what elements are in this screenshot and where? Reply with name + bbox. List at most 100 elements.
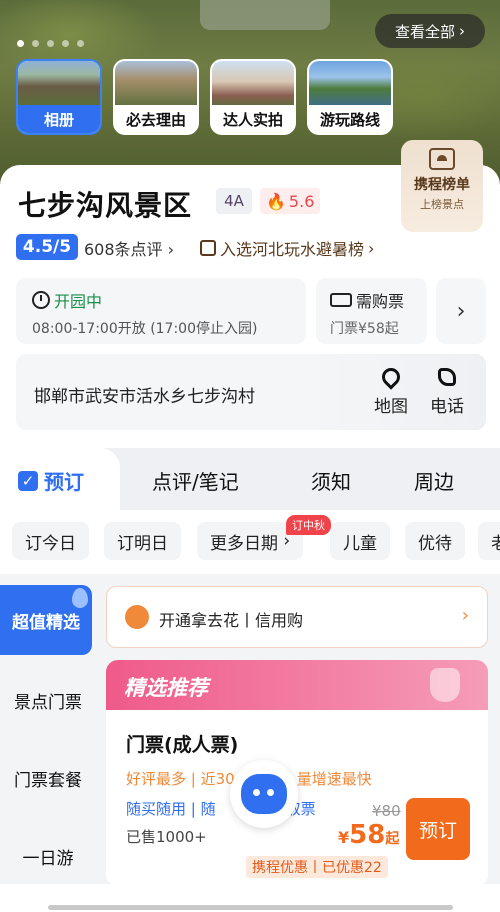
mid-autumn-badge: 订中秋 xyxy=(286,515,331,535)
award-icon xyxy=(200,240,216,256)
product-tags-end: 量增速最快 xyxy=(296,770,372,788)
route-image xyxy=(309,61,391,107)
home-indicator[interactable] xyxy=(48,905,453,910)
thumb-label: 必去理由 xyxy=(115,105,197,133)
map-pin-icon xyxy=(378,364,404,390)
recommend-header: 精选推荐 xyxy=(106,660,488,710)
carousel-dot xyxy=(32,40,39,47)
chip-concession[interactable]: 优待 xyxy=(405,522,465,560)
tab-notice[interactable]: 须知 xyxy=(311,466,351,495)
open-hours: 08:00-17:00开放 (17:00停止入园) xyxy=(32,321,258,337)
assistant-button[interactable] xyxy=(230,760,298,828)
ticket-title: 需购票 xyxy=(356,292,405,311)
address-box[interactable]: 邯郸市武安市活水乡七步沟村 地图 电话 xyxy=(16,354,486,430)
thumb-reasons[interactable]: 必去理由 xyxy=(113,59,199,135)
product-name: 门票(成人票) xyxy=(126,734,239,756)
sidebar-item-packages[interactable]: 门票套餐 xyxy=(0,766,96,791)
hero-rock-shape xyxy=(200,0,330,30)
sidebar-item-day-tour[interactable]: 一日游 xyxy=(0,844,96,869)
chip-tomorrow[interactable]: 订明日 xyxy=(104,522,181,560)
robot-assistant-icon xyxy=(241,774,287,814)
sold-count: 已售1000+ xyxy=(126,828,207,846)
reviews-count: 608条点评 xyxy=(84,240,163,259)
more-info-button[interactable]: › xyxy=(436,278,486,344)
carousel-dot xyxy=(17,40,24,47)
tab-reviews[interactable]: 点评/笔记 xyxy=(152,466,239,495)
thumb-label: 达人实拍 xyxy=(212,105,294,133)
phone-label: 电话 xyxy=(430,397,464,417)
check-icon: ✓ xyxy=(18,470,38,491)
chip-senior[interactable]: 老 xyxy=(478,522,500,560)
thumb-album[interactable]: 相册 xyxy=(16,59,102,135)
map-label: 地图 xyxy=(374,397,408,417)
promo-icon xyxy=(125,605,149,629)
thumb-label: 相册 xyxy=(18,105,100,133)
expert-photo-image xyxy=(212,61,294,107)
product-tags-start: 好评最多 | 近30 xyxy=(126,770,235,788)
recommend-title: 精选推荐 xyxy=(124,676,208,700)
reviews-link[interactable]: 608条点评 › xyxy=(84,236,174,260)
discount-tag: 携程优惠丨已优惠22 xyxy=(246,856,388,878)
recommend-card: 精选推荐 门票(成人票) 好评最多 | 近30 量增速最快 随买随用 | 随取票 … xyxy=(106,660,488,886)
carousel-dots xyxy=(17,40,84,47)
sidebar-item-tickets[interactable]: 景点门票 xyxy=(0,688,96,713)
album-image xyxy=(18,61,100,107)
hero-thumbnails: 相册 必去理由 达人实拍 游玩路线 xyxy=(16,59,393,135)
trophy-icon xyxy=(429,148,455,170)
map-button[interactable]: 地图 xyxy=(368,364,414,417)
level-badge: 4A xyxy=(216,188,252,214)
tab-book[interactable]: ✓ 预订 xyxy=(18,466,84,495)
thumb-expert-photos[interactable]: 达人实拍 xyxy=(210,59,296,135)
spot-title: 七步沟风景区 xyxy=(18,189,193,222)
reasons-image xyxy=(115,61,197,107)
view-all-label: 查看全部 xyxy=(394,22,455,41)
chevron-right-icon: › xyxy=(456,298,466,324)
view-all-button[interactable]: 查看全部 › xyxy=(375,14,485,48)
book-button[interactable]: 预订 xyxy=(406,798,470,860)
carousel-dot xyxy=(47,40,54,47)
opening-hours-box[interactable]: 开园中 08:00-17:00开放 (17:00停止入园) xyxy=(16,278,306,344)
chip-children[interactable]: 儿童 xyxy=(330,522,390,560)
sidebar-label: 超值精选 xyxy=(12,612,80,633)
address-text: 邯郸市武安市活水乡七步沟村 xyxy=(34,387,255,407)
phone-icon xyxy=(438,368,456,386)
ticket-box[interactable]: 需购票 门票¥58起 xyxy=(316,278,427,344)
chevron-right-icon: › xyxy=(167,240,175,259)
award-link[interactable]: 入选河北玩水避暑榜 › xyxy=(200,236,374,260)
heat-badge: 🔥 5.6 xyxy=(260,188,321,214)
product-features-start: 随买随用 | 随 xyxy=(126,800,216,818)
ranking-title: 携程榜单 xyxy=(414,177,470,193)
price-value: 58 xyxy=(349,820,386,850)
currency-symbol: ¥ xyxy=(338,828,350,847)
thumb-routes[interactable]: 游玩路线 xyxy=(307,59,393,135)
price-suffix: 起 xyxy=(385,831,400,847)
date-chips-row: 订今日 订明日 更多日期 › 订中秋 儿童 优待 老 xyxy=(0,510,500,574)
chevron-right-icon: › xyxy=(368,238,375,258)
tab-label: 预订 xyxy=(44,470,84,494)
ranking-subtitle: 上榜景点 xyxy=(420,198,464,211)
chip-label: 更多日期 xyxy=(210,533,278,554)
flame-icon: 🔥 xyxy=(266,191,286,211)
chip-today[interactable]: 订今日 xyxy=(12,522,89,560)
heat-value: 5.6 xyxy=(288,191,315,211)
rating-score[interactable]: 4.5/5 xyxy=(16,234,78,260)
thumbs-up-icon xyxy=(430,668,460,702)
ranking-badge[interactable]: 携程榜单 上榜景点 xyxy=(401,140,483,232)
chevron-right-icon: › xyxy=(459,22,465,40)
water-drop-icon xyxy=(72,588,88,608)
phone-button[interactable]: 电话 xyxy=(424,368,470,417)
carousel-dot xyxy=(77,40,84,47)
clock-icon xyxy=(32,291,50,309)
promo-text: 开通拿去花丨信用购 xyxy=(159,611,304,630)
chevron-right-icon: › xyxy=(461,605,469,626)
original-price: ¥80 xyxy=(372,802,401,820)
thumb-label: 游玩路线 xyxy=(309,105,391,133)
award-text: 入选河北玩水避暑榜 xyxy=(220,240,365,259)
open-status: 开园中 xyxy=(54,292,103,311)
current-price: ¥58起 xyxy=(338,820,399,850)
credit-promo-banner[interactable]: 开通拿去花丨信用购 › xyxy=(106,586,488,648)
tab-nearby[interactable]: 周边 xyxy=(414,466,454,495)
carousel-dot xyxy=(62,40,69,47)
content-tabs: ✓ 预订 点评/笔记 须知 周边 xyxy=(0,448,500,510)
ticket-price: 门票¥58起 xyxy=(330,321,399,337)
